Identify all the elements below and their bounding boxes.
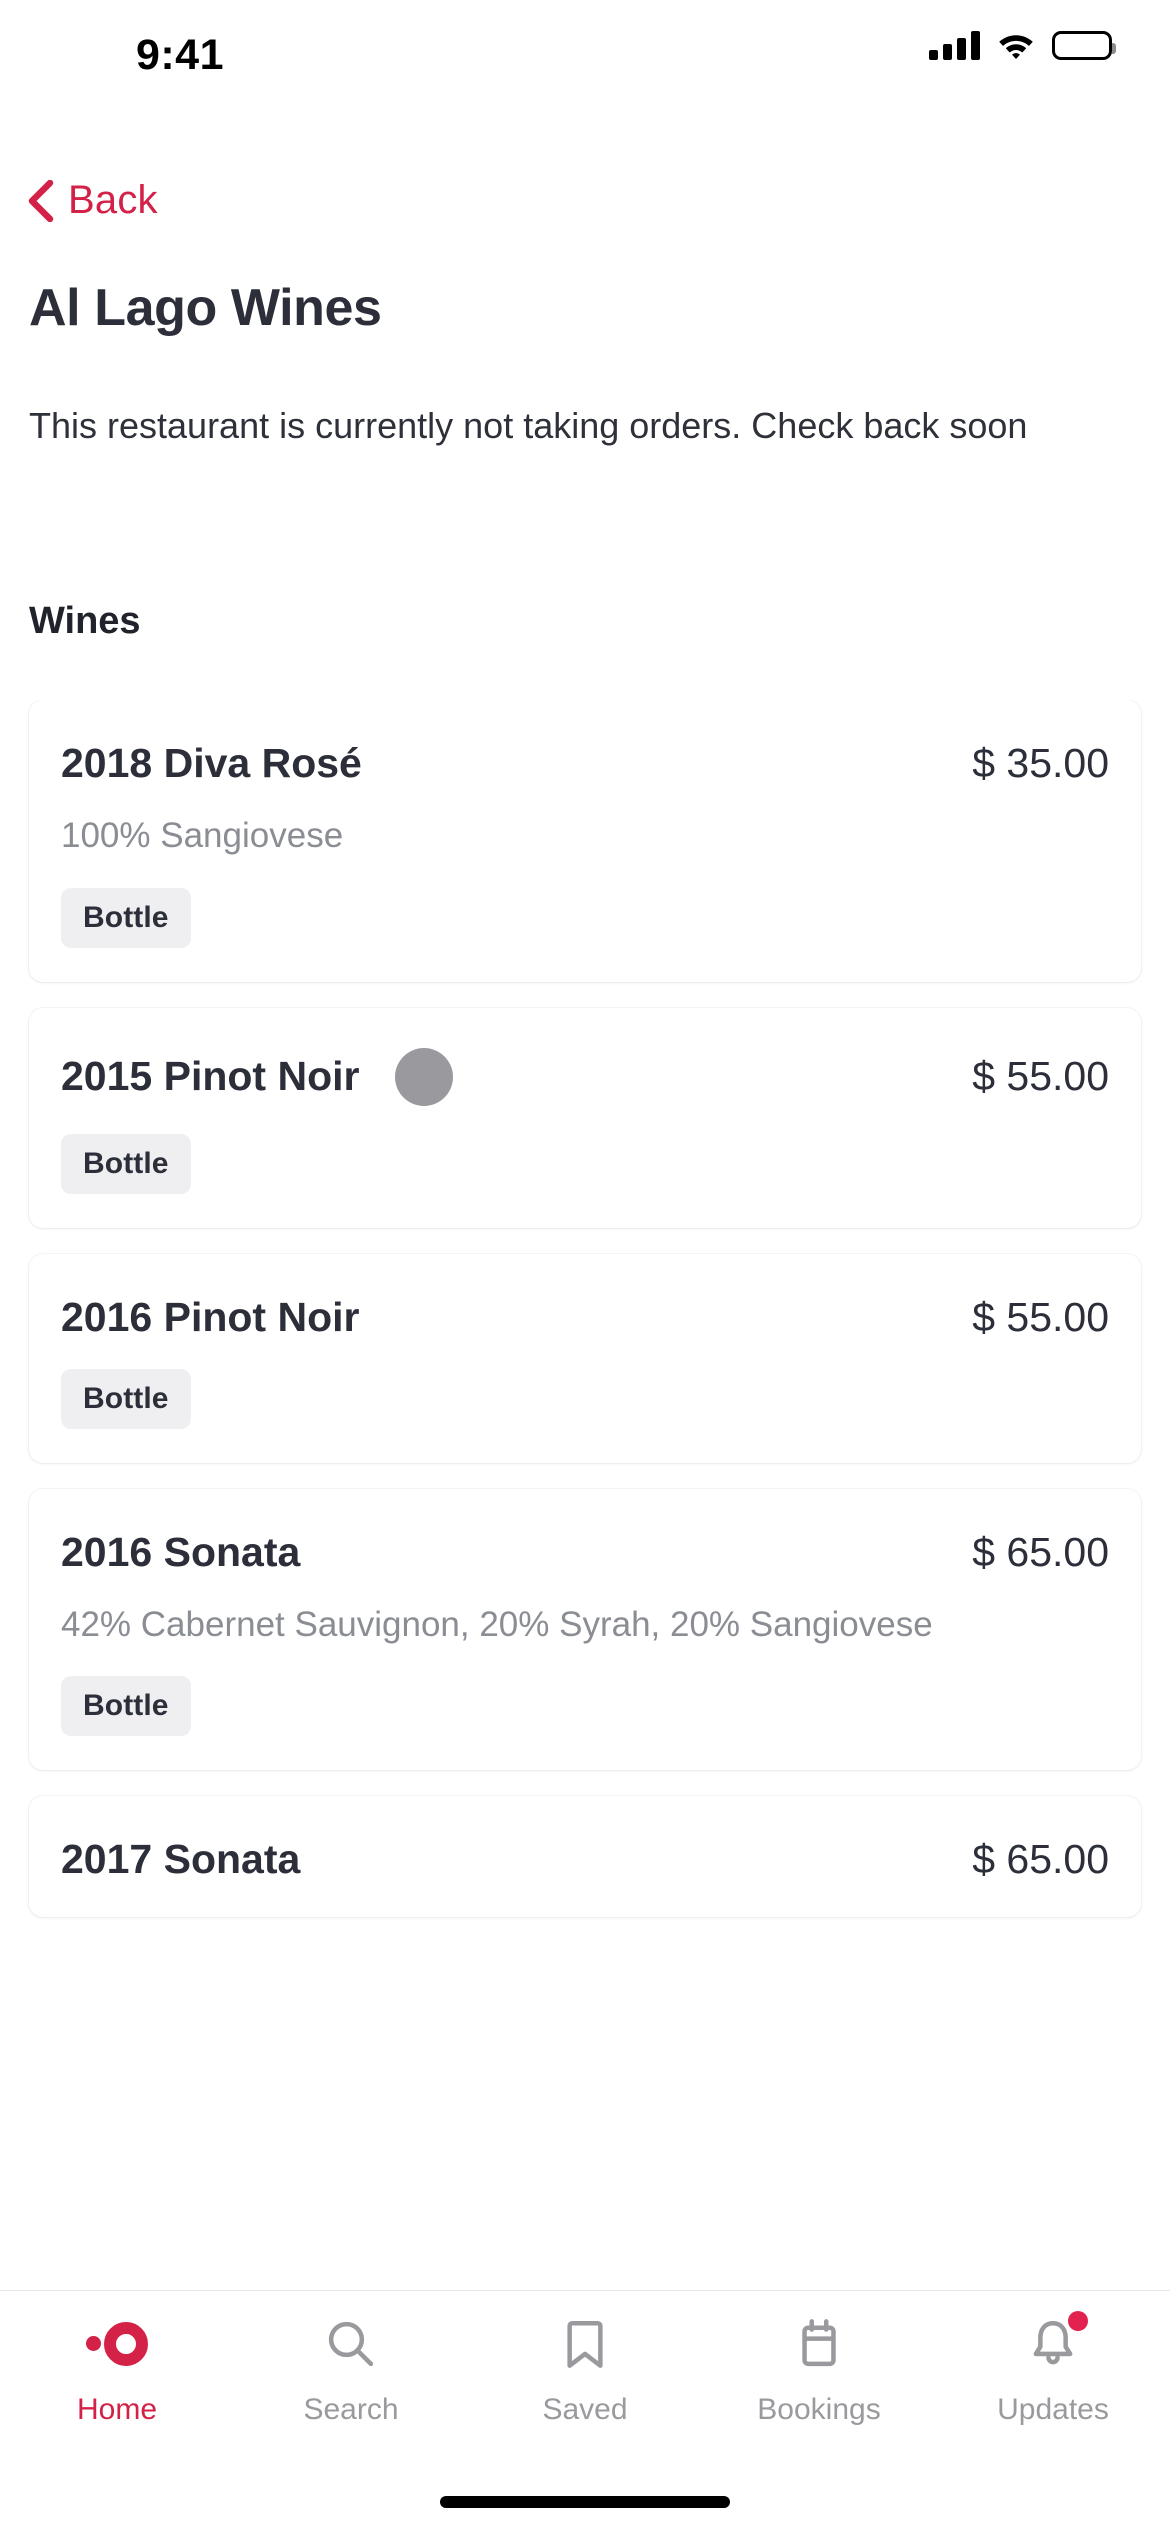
home-indicator — [440, 2496, 730, 2508]
search-icon — [320, 2313, 382, 2375]
wine-name: 2016 Sonata — [61, 1528, 301, 1575]
wine-name: 2018 Diva Rosé — [61, 740, 362, 786]
tab-label: Saved — [542, 2393, 628, 2426]
calendar-icon — [788, 2313, 850, 2375]
wine-name-group: 2018 Diva Rosé — [61, 740, 952, 787]
status-bar: 9:41 — [0, 0, 1170, 98]
wine-price: $ 55.00 — [972, 1293, 1109, 1340]
tab-saved[interactable]: Saved — [468, 2313, 702, 2427]
wine-name-group: 2016 Pinot Noir — [61, 1294, 952, 1341]
tab-search[interactable]: Search — [234, 2313, 468, 2427]
wine-card[interactable]: 2016 Sonata $ 65.00 42% Cabernet Sauvignon… — [29, 1488, 1141, 1771]
wine-name: 2015 Pinot Noir — [61, 1053, 360, 1100]
wine-card-header: 2017 Sonata $ 65.00 — [61, 1836, 1109, 1883]
tab-bookings[interactable]: Bookings — [702, 2313, 936, 2427]
page-title: Al Lago Wines — [29, 279, 382, 337]
wine-thumbnail-placeholder — [395, 1047, 454, 1106]
tab-home[interactable]: Home — [0, 2313, 234, 2427]
wine-description: 100% Sangiovese — [61, 816, 344, 855]
tab-label: Search — [303, 2393, 399, 2426]
notification-badge-dot — [1068, 2311, 1088, 2331]
status-time: 9:41 — [135, 30, 225, 79]
home-ring-icon — [86, 2313, 148, 2375]
wine-tag: Bottle — [61, 1676, 191, 1737]
wine-tag: Bottle — [61, 887, 191, 948]
wine-price: $ 65.00 — [972, 1836, 1109, 1883]
wine-tag-list: Bottle — [61, 1676, 1109, 1737]
wine-card-header: 2016 Sonata $ 65.00 — [61, 1529, 1109, 1576]
wine-card[interactable]: 2015 Pinot Noir $ 55.00 Bottle — [29, 1007, 1141, 1228]
phone-screen: 9:41 Back Al Lago Wines This restaurant … — [0, 0, 1170, 2532]
status-indicators — [929, 30, 1116, 60]
tab-label: Bookings — [757, 2393, 881, 2426]
wine-tag-list: Bottle — [61, 1368, 1109, 1429]
wine-description: 42% Cabernet Sauvignon, 20% Syrah, 20% S… — [61, 1604, 933, 1644]
wine-price: $ 65.00 — [972, 1528, 1109, 1575]
tab-label: Home — [76, 2393, 158, 2426]
wine-name-group: 2016 Sonata — [61, 1529, 952, 1576]
wine-tag-list: Bottle — [61, 887, 1109, 948]
chevron-left-icon — [26, 179, 54, 222]
wine-list[interactable]: 2018 Diva Rosé $ 35.00 100% Sangiovese Bott… — [0, 700, 1170, 2290]
wine-price: $ 35.00 — [972, 740, 1109, 786]
not-taking-orders-notice: This restaurant is currently not taking … — [29, 405, 1028, 446]
wine-name-group: 2017 Sonata — [61, 1836, 952, 1883]
wine-card-header: 2016 Pinot Noir $ 55.00 — [61, 1294, 1109, 1341]
cellular-signal-icon — [929, 30, 980, 60]
wine-card[interactable]: 2018 Diva Rosé $ 35.00 100% Sangiovese Bott… — [29, 700, 1141, 982]
wine-name: 2016 Pinot Noir — [61, 1293, 360, 1340]
bookmark-icon — [554, 2313, 616, 2375]
wine-card-header: 2018 Diva Rosé $ 35.00 — [61, 740, 1109, 787]
wine-name: 2017 Sonata — [61, 1836, 301, 1883]
wine-card[interactable]: 2017 Sonata $ 65.00 — [29, 1796, 1141, 1918]
wine-tag: Bottle — [61, 1133, 191, 1194]
wine-name-group: 2015 Pinot Noir — [61, 1047, 952, 1106]
tab-label: Updates — [997, 2393, 1109, 2426]
wine-price: $ 55.00 — [972, 1053, 1109, 1100]
wine-tag-list: Bottle — [61, 1133, 1109, 1194]
wine-card[interactable]: 2016 Pinot Noir $ 55.00 Bottle — [29, 1253, 1141, 1463]
bell-icon — [1022, 2311, 1088, 2375]
back-button[interactable]: Back — [26, 178, 158, 223]
wine-card-header: 2015 Pinot Noir $ 55.00 — [61, 1047, 1109, 1106]
section-title-wines: Wines — [29, 600, 141, 642]
tab-updates[interactable]: Updates — [936, 2311, 1170, 2427]
back-label: Back — [68, 178, 158, 222]
wifi-icon — [997, 31, 1035, 60]
battery-icon — [1052, 30, 1116, 60]
wine-tag: Bottle — [61, 1368, 191, 1429]
